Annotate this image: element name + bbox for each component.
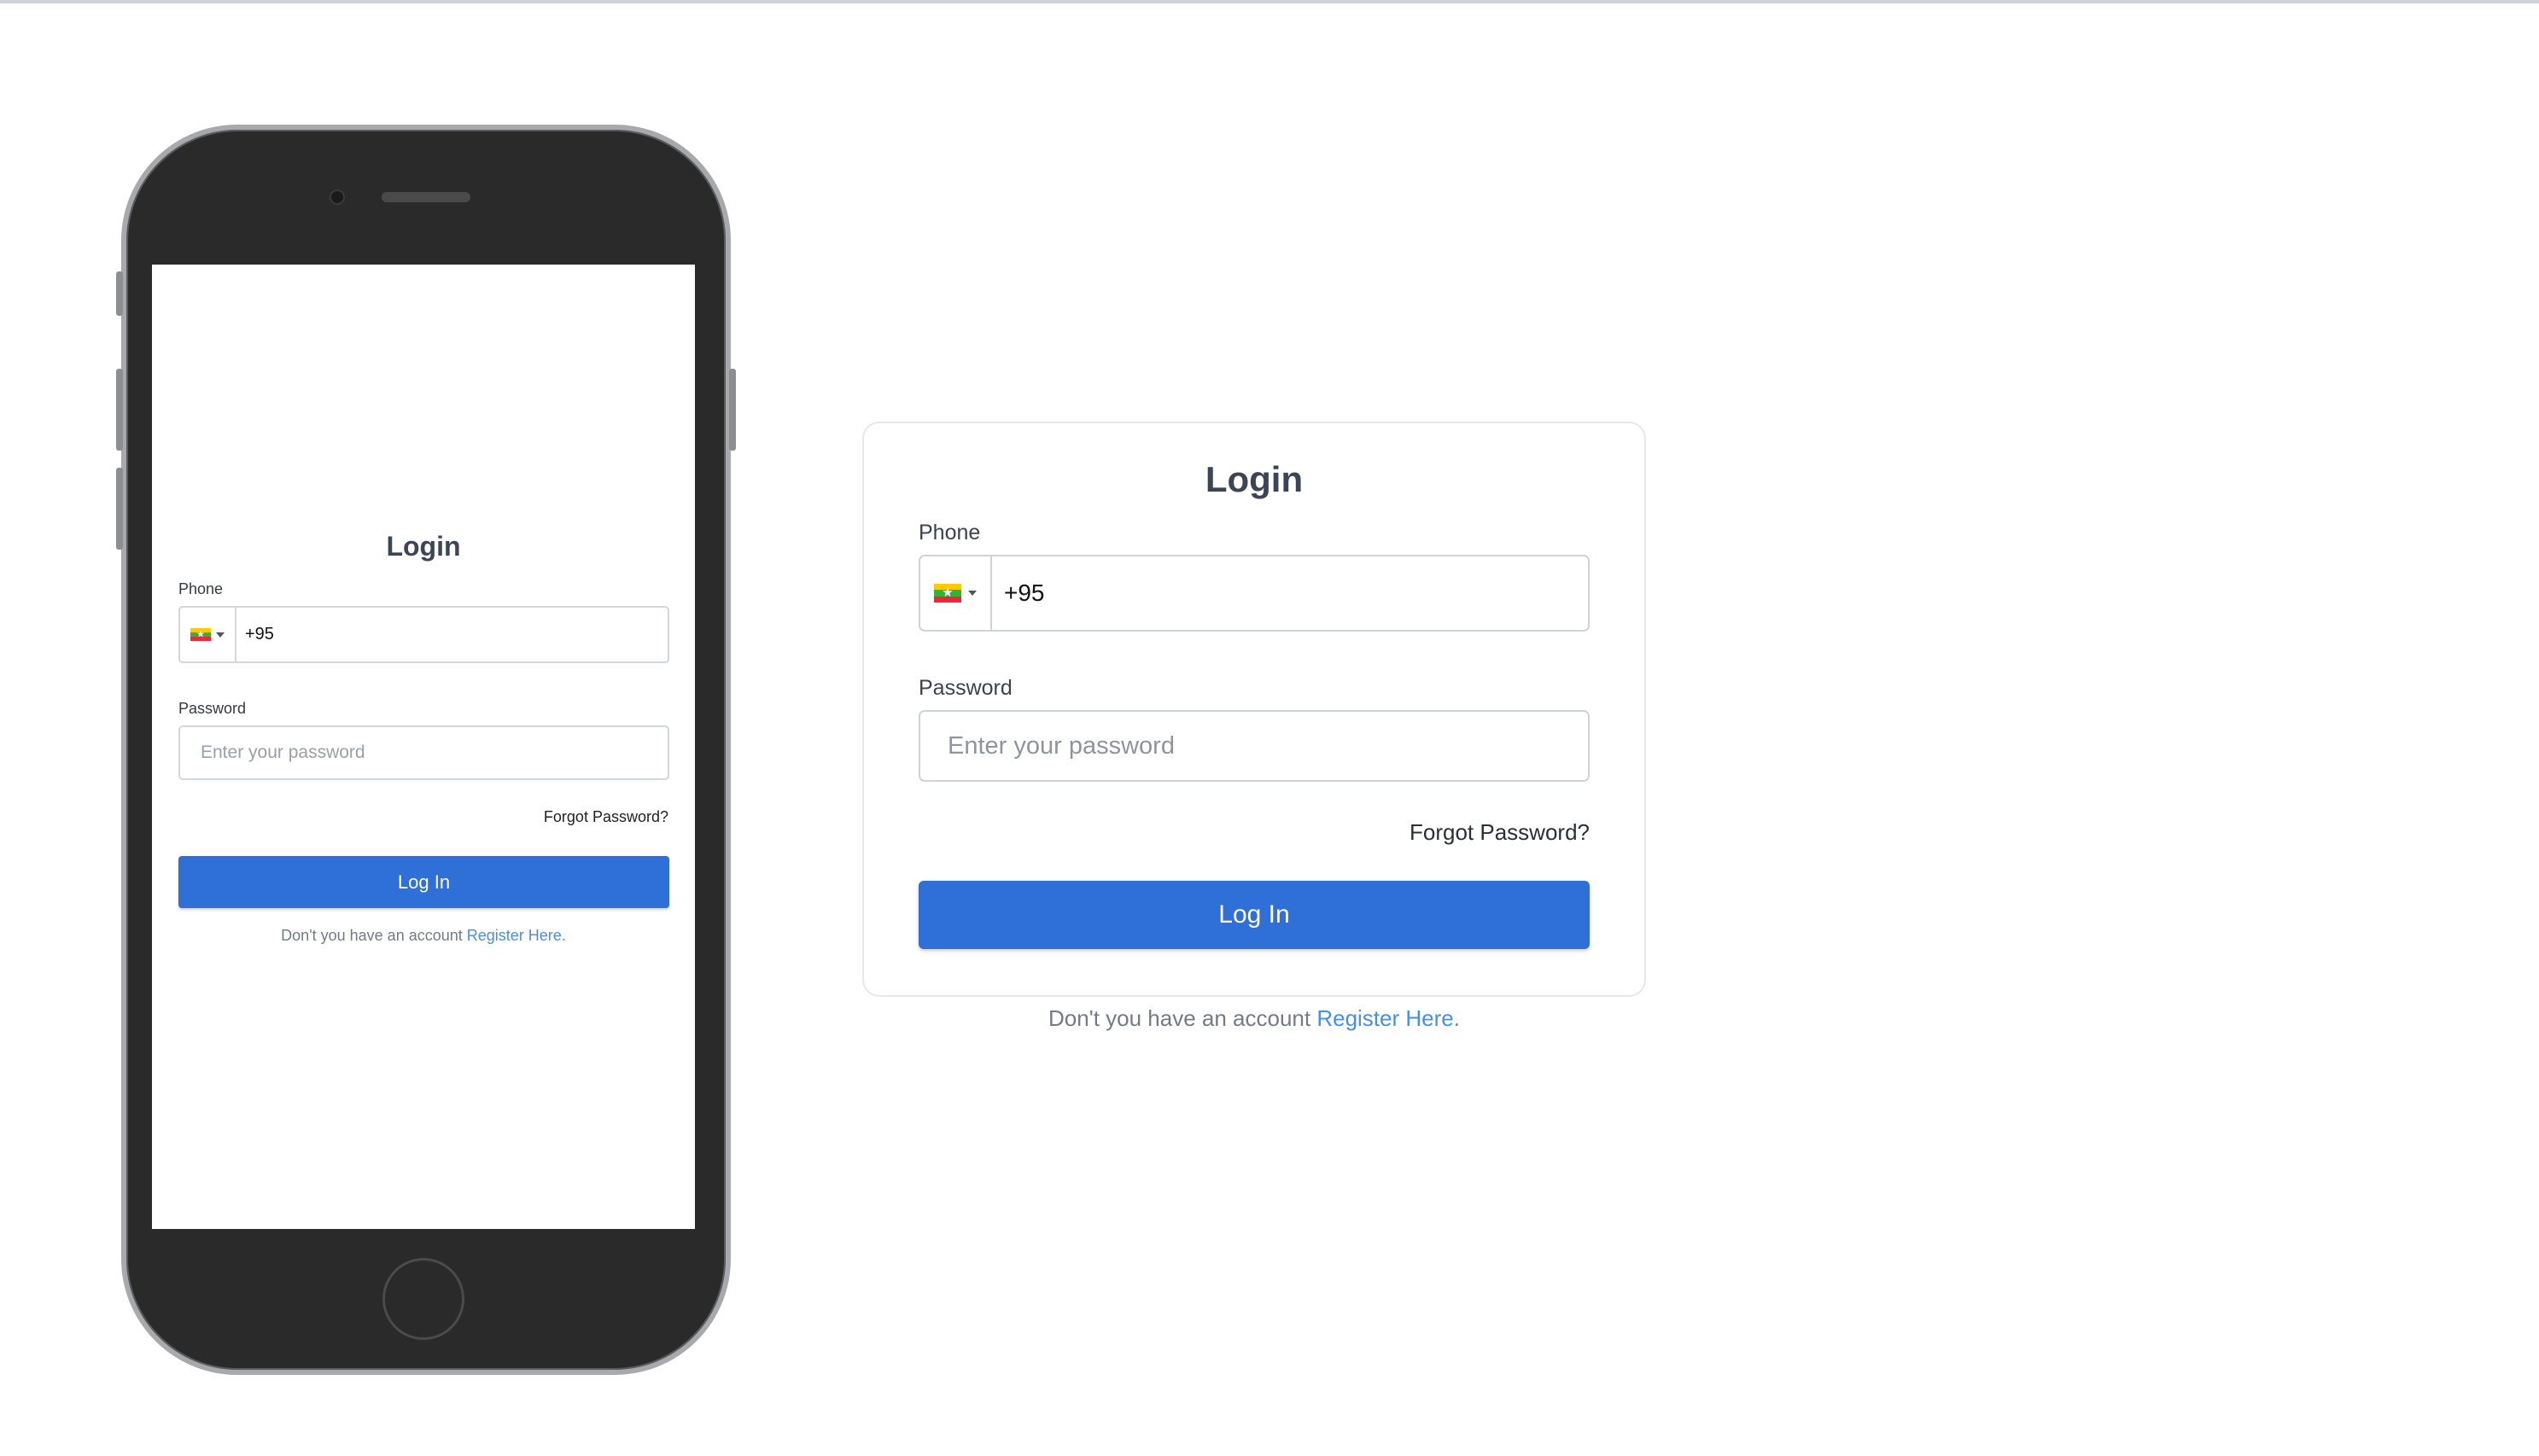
country-selector[interactable]: ★ xyxy=(920,556,992,630)
chevron-down-icon xyxy=(216,632,225,638)
phone-power-button xyxy=(729,369,736,451)
password-input[interactable]: Enter your password xyxy=(178,725,669,780)
top-divider xyxy=(0,0,2539,3)
phone-label: Phone xyxy=(178,580,224,597)
register-link[interactable]: Register Here xyxy=(1316,1005,1453,1031)
register-suffix: . xyxy=(561,927,566,944)
phone-field[interactable]: ★ +95 xyxy=(178,606,669,663)
register-link[interactable]: Register Here xyxy=(467,927,562,944)
login-card: Login Phone ★ +95 Password Enter your pa… xyxy=(862,422,1646,997)
camera-icon xyxy=(330,189,345,205)
home-button xyxy=(382,1258,464,1340)
forgot-password-link[interactable]: Forgot Password? xyxy=(1410,819,1590,846)
register-prompt: Don't you have an account Register Here. xyxy=(152,927,695,945)
forgot-password-link[interactable]: Forgot Password? xyxy=(544,808,668,826)
country-selector[interactable]: ★ xyxy=(180,608,236,661)
register-prompt-text: Don't you have an account xyxy=(281,927,467,944)
login-button[interactable]: Log In xyxy=(919,881,1590,949)
myanmar-flag-icon: ★ xyxy=(190,627,211,642)
register-prompt-text: Don't you have an account xyxy=(1048,1005,1317,1031)
chevron-down-icon xyxy=(968,591,977,596)
phone-input[interactable]: +95 xyxy=(245,625,274,644)
phone-field[interactable]: ★ +95 xyxy=(919,555,1590,632)
login-button[interactable]: Log In xyxy=(178,856,669,908)
password-input[interactable]: Enter your password xyxy=(919,710,1590,782)
password-label: Password xyxy=(178,700,247,717)
phone-mute-switch xyxy=(116,271,123,316)
register-suffix: . xyxy=(1453,1005,1460,1031)
phone-volume-down xyxy=(116,468,123,550)
register-prompt: Don't you have an account Register Here. xyxy=(862,1005,1646,1032)
speaker-grille xyxy=(382,192,470,202)
page-title: Login xyxy=(386,531,461,562)
phone-input[interactable]: +95 xyxy=(1004,579,1045,607)
mobile-login-screen: Login Phone ★ +95 Password Enter your pa… xyxy=(152,265,695,1229)
phone-volume-up xyxy=(116,369,123,451)
password-label: Password xyxy=(919,676,1013,700)
myanmar-flag-icon: ★ xyxy=(934,584,961,603)
page-title: Login xyxy=(1205,459,1304,499)
phone-label: Phone xyxy=(919,521,981,545)
